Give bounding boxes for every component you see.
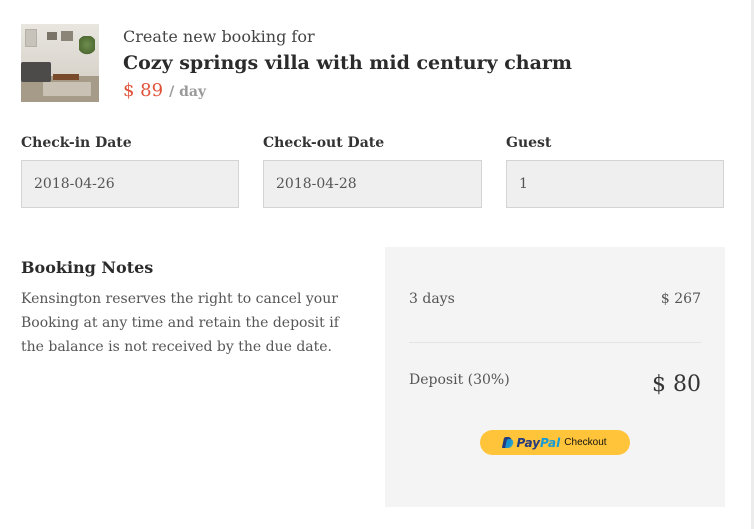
checkin-input[interactable]: 2018-04-26 — [21, 160, 239, 208]
thumb-window — [25, 29, 37, 47]
checkout-input[interactable]: 2018-04-28 — [263, 160, 482, 208]
booking-header: Create new booking for Cozy springs vill… — [21, 24, 572, 105]
guest-label: Guest — [506, 135, 552, 151]
duration-row: 3 days $ 267 — [409, 291, 701, 307]
paypal-checkout-label: Checkout — [564, 437, 607, 448]
thumb-table — [53, 74, 79, 80]
property-thumbnail[interactable] — [21, 24, 99, 102]
notes-text: Kensington reserves the right to cancel … — [21, 291, 339, 355]
booking-notes: Booking Notes Kensington reserves the ri… — [21, 257, 351, 359]
summary-divider — [409, 342, 701, 343]
price-summary: 3 days $ 267 Deposit (30%) $ 80 PayPal C… — [385, 247, 725, 507]
thumb-frame — [47, 32, 57, 40]
duration-label: 3 days — [409, 291, 455, 307]
deposit-row: Deposit (30%) $ 80 — [409, 371, 701, 397]
price-amount: $ 89 — [123, 80, 164, 101]
paypal-logo-icon — [503, 437, 513, 449]
header-lead: Create new booking for — [123, 27, 315, 46]
guest-input[interactable]: 1 — [506, 160, 724, 208]
checkout-field: Check-out Date 2018-04-28 — [263, 134, 482, 208]
checkin-field: Check-in Date 2018-04-26 — [21, 134, 239, 208]
deposit-amount: $ 80 — [652, 372, 701, 397]
notes-title: Booking Notes — [21, 258, 154, 277]
price-row: $ 89 / day — [123, 78, 572, 105]
checkout-label: Check-out Date — [263, 135, 385, 151]
duration-amount: $ 267 — [660, 291, 701, 307]
deposit-label: Deposit (30%) — [409, 372, 510, 388]
paypal-checkout-button[interactable]: PayPal Checkout — [480, 430, 630, 455]
thumb-sofa — [21, 62, 51, 82]
thumb-frame — [61, 31, 73, 41]
price-unit: / day — [169, 84, 207, 100]
header-text: Create new booking for Cozy springs vill… — [123, 25, 572, 105]
paypal-wordmark: PayPal — [516, 436, 560, 450]
thumb-plant — [79, 36, 95, 58]
paypal-pay: Pay — [516, 435, 541, 450]
thumb-rug — [43, 82, 91, 96]
paypal-pal: Pal — [540, 435, 561, 450]
guest-field: Guest 1 — [506, 134, 724, 208]
checkin-label: Check-in Date — [21, 135, 132, 151]
property-title: Cozy springs villa with mid century char… — [123, 52, 573, 74]
